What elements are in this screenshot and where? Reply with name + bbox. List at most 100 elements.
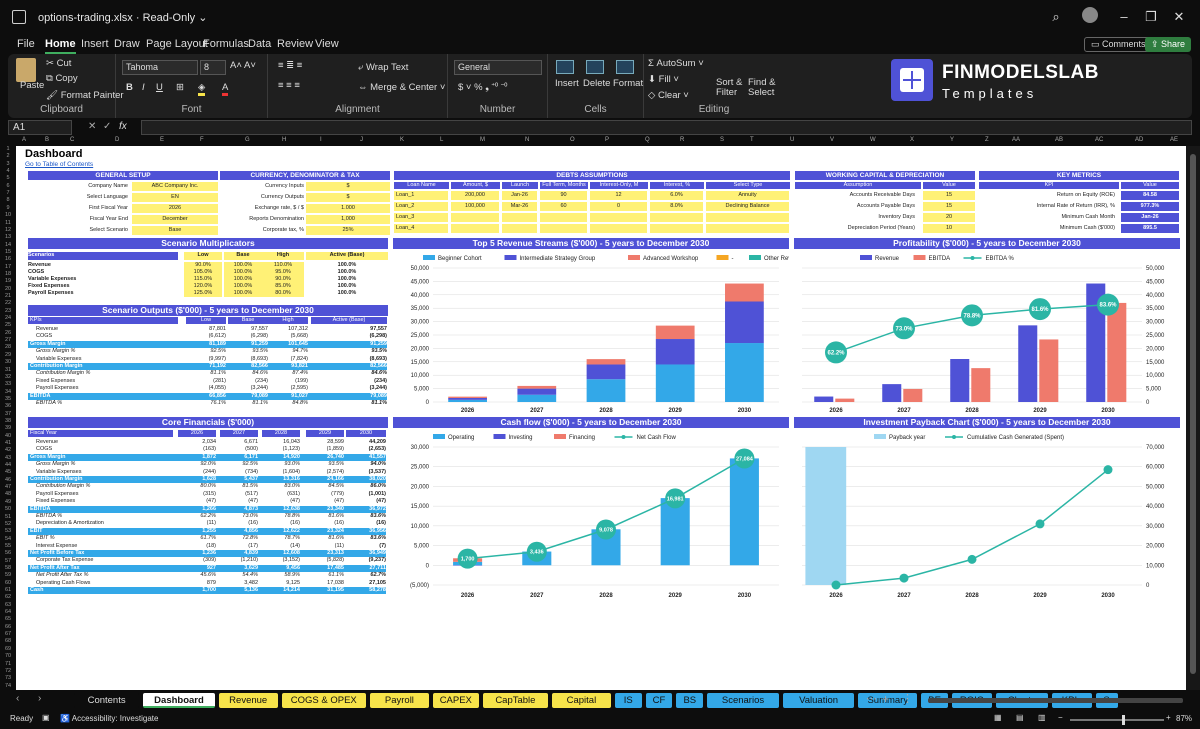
- column-header[interactable]: AD: [1135, 137, 1143, 143]
- currency-value[interactable]: 1,000: [306, 215, 390, 224]
- row-header[interactable]: 59: [0, 572, 16, 578]
- currency-value[interactable]: $: [306, 182, 390, 191]
- column-header[interactable]: I: [320, 137, 322, 143]
- avatar[interactable]: [1082, 7, 1098, 23]
- multiplier-cell[interactable]: 125.0%: [184, 290, 222, 297]
- column-header[interactable]: N: [525, 137, 529, 143]
- debts-cell[interactable]: [590, 224, 647, 233]
- multiplier-cell[interactable]: 100.0%: [224, 269, 262, 276]
- format-icon[interactable]: [616, 60, 634, 74]
- row-header[interactable]: 64: [0, 609, 16, 615]
- row-header[interactable]: 38: [0, 418, 16, 424]
- column-header[interactable]: E: [160, 137, 164, 143]
- currency-value[interactable]: $: [306, 193, 390, 202]
- column-header[interactable]: AC: [1095, 137, 1103, 143]
- menu-page-layout[interactable]: Page Layout: [146, 38, 208, 50]
- row-header[interactable]: 19: [0, 278, 16, 284]
- enter-icon[interactable]: ✓: [103, 121, 111, 132]
- row-header[interactable]: 48: [0, 491, 16, 497]
- row-header[interactable]: 20: [0, 286, 16, 292]
- row-header[interactable]: 62: [0, 594, 16, 600]
- column-header[interactable]: Z: [985, 137, 989, 143]
- tab-scenarios[interactable]: Scenarios: [707, 693, 779, 708]
- zoom-in-icon[interactable]: +: [1166, 713, 1171, 722]
- fill-color-icon[interactable]: ◈: [198, 82, 206, 96]
- multiplier-cell[interactable]: 100.0%: [224, 276, 262, 283]
- name-box[interactable]: A1: [8, 120, 72, 135]
- row-header[interactable]: 43: [0, 455, 16, 461]
- currency-value[interactable]: 25%: [306, 226, 390, 235]
- macro-icon[interactable]: ▣: [42, 713, 50, 722]
- horizontal-scrollbar[interactable]: [928, 698, 1183, 703]
- multiplier-cell[interactable]: 90.0%: [262, 276, 304, 283]
- row-header[interactable]: 41: [0, 440, 16, 446]
- fill-button[interactable]: ⬇ Fill ˅: [648, 74, 679, 85]
- column-header[interactable]: F: [200, 137, 204, 143]
- debts-cell[interactable]: 60: [540, 202, 587, 211]
- row-header[interactable]: 56: [0, 550, 16, 556]
- row-header[interactable]: 40: [0, 433, 16, 439]
- row-header[interactable]: 12: [0, 227, 16, 233]
- row-header[interactable]: 70: [0, 653, 16, 659]
- wc-value[interactable]: 20: [923, 213, 975, 222]
- row-header[interactable]: 37: [0, 411, 16, 417]
- insert-icon[interactable]: [556, 60, 574, 74]
- paste-button[interactable]: Paste: [20, 80, 44, 91]
- row-header[interactable]: 47: [0, 484, 16, 490]
- align-top-icon[interactable]: ≡ ≣ ≡: [278, 60, 302, 71]
- column-header[interactable]: H: [282, 137, 286, 143]
- debts-cell[interactable]: [451, 213, 499, 222]
- general_setup-value[interactable]: ABC Company Inc.: [132, 182, 218, 191]
- debts-cell[interactable]: [502, 213, 537, 222]
- accessibility-status[interactable]: ♿ Accessibility: Investigate: [60, 714, 158, 723]
- menu-data[interactable]: Data: [248, 38, 271, 50]
- find-select-button[interactable]: Find & Select: [748, 78, 778, 98]
- zoom-out-icon[interactable]: −: [1058, 713, 1063, 722]
- debts-cell[interactable]: 8.0%: [650, 202, 703, 211]
- column-header[interactable]: X: [910, 137, 914, 143]
- cancel-icon[interactable]: ✕: [88, 121, 96, 132]
- row-header[interactable]: 69: [0, 646, 16, 652]
- row-header[interactable]: 60: [0, 580, 16, 586]
- debts-cell[interactable]: 12: [590, 191, 647, 200]
- column-header[interactable]: B: [45, 137, 49, 143]
- column-header[interactable]: AA: [1012, 137, 1020, 143]
- row-header[interactable]: 68: [0, 638, 16, 644]
- column-header[interactable]: AB: [1055, 137, 1063, 143]
- row-header[interactable]: 3: [0, 161, 16, 167]
- delete-button[interactable]: Delete: [583, 78, 610, 89]
- search-icon[interactable]: ⌕: [1046, 9, 1066, 25]
- row-header[interactable]: 67: [0, 631, 16, 637]
- row-header[interactable]: 25: [0, 322, 16, 328]
- row-header[interactable]: 28: [0, 344, 16, 350]
- prev-sheet-icon[interactable]: ‹: [16, 693, 19, 704]
- insert-button[interactable]: Insert: [555, 78, 579, 89]
- row-header[interactable]: 8: [0, 197, 16, 203]
- more-sheets-icon[interactable]: ⋯: [866, 692, 877, 705]
- row-header[interactable]: 1: [0, 146, 16, 152]
- general_setup-value[interactable]: EN: [132, 193, 218, 202]
- row-header[interactable]: 53: [0, 528, 16, 534]
- share-button[interactable]: ⇪ Share: [1145, 37, 1192, 52]
- debts-cell[interactable]: Jan-26: [502, 191, 537, 200]
- zoom-slider[interactable]: [1070, 715, 1164, 725]
- multiplier-cell[interactable]: 90.0%: [184, 262, 222, 269]
- debts-cell[interactable]: [451, 224, 499, 233]
- row-header[interactable]: 33: [0, 381, 16, 387]
- column-header[interactable]: U: [790, 137, 794, 143]
- column-header[interactable]: C: [70, 137, 74, 143]
- font-size-select[interactable]: 8: [200, 60, 226, 75]
- wc-value[interactable]: 15: [923, 191, 975, 200]
- debts-cell[interactable]: Declining Balance: [706, 202, 789, 211]
- row-header[interactable]: 46: [0, 477, 16, 483]
- row-header[interactable]: 23: [0, 308, 16, 314]
- format-button[interactable]: Format: [613, 78, 643, 89]
- clear-button[interactable]: ◇ Clear ˅: [648, 90, 689, 101]
- menu-draw[interactable]: Draw: [114, 38, 140, 50]
- debts-cell[interactable]: 200,000: [451, 191, 499, 200]
- row-header[interactable]: 71: [0, 661, 16, 667]
- tab-is[interactable]: IS: [614, 693, 642, 708]
- debts-cell[interactable]: [590, 213, 647, 222]
- multiplier-cell[interactable]: 110.0%: [262, 262, 304, 269]
- column-header[interactable]: W: [870, 137, 876, 143]
